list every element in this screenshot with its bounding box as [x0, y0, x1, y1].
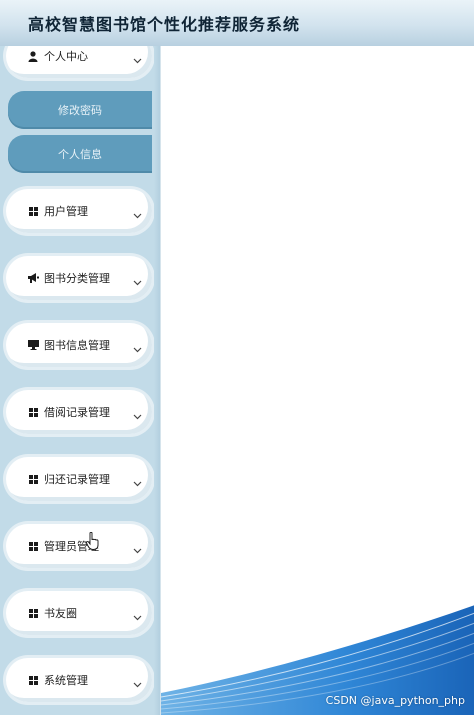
- app-title: 高校智慧图书馆个性化推荐服务系统: [28, 15, 301, 34]
- hand-cursor-icon: [85, 531, 100, 554]
- sidebar-item-borrow-records[interactable]: 借阅记录管理: [6, 390, 152, 434]
- chevron-down-icon: [133, 539, 142, 558]
- submenu-item-label: 修改密码: [58, 104, 102, 117]
- chevron-down-icon: [133, 49, 142, 68]
- chevron-down-icon: [133, 204, 142, 223]
- submenu-item-personal-info[interactable]: 个人信息: [8, 135, 152, 173]
- user-icon: [26, 50, 40, 62]
- submenu-item-label: 个人信息: [58, 148, 102, 161]
- submenu-item-change-password[interactable]: 修改密码: [8, 91, 152, 129]
- grid-icon: [26, 608, 40, 618]
- top-header: 高校智慧图书馆个性化推荐服务系统: [0, 0, 474, 47]
- bullhorn-icon: [26, 273, 40, 283]
- sidebar: 个人中心 修改密码 个人信息 用户管理 图书分类管理 图书信息管理 借阅记录管理: [0, 46, 160, 715]
- sidebar-item-label: 图书分类管理: [44, 272, 110, 285]
- sidebar-item-label: 归还记录管理: [44, 473, 110, 486]
- chevron-down-icon: [133, 405, 142, 424]
- chevron-down-icon: [133, 472, 142, 491]
- sidebar-item-label: 个人中心: [44, 50, 88, 63]
- chevron-down-icon: [133, 673, 142, 692]
- sidebar-item-user-management[interactable]: 用户管理: [6, 189, 152, 233]
- sidebar-item-label: 借阅记录管理: [44, 406, 110, 419]
- monitor-icon: [26, 340, 40, 350]
- grid-icon: [26, 474, 40, 484]
- main-content: CSDN @java_python_php: [160, 46, 474, 715]
- sidebar-item-label: 图书信息管理: [44, 339, 110, 352]
- chevron-down-icon: [133, 271, 142, 290]
- sidebar-item-label: 用户管理: [44, 205, 88, 218]
- sidebar-item-book-category-management[interactable]: 图书分类管理: [6, 256, 152, 300]
- sidebar-item-admin-management[interactable]: 管理员管理: [6, 524, 152, 568]
- sidebar-item-return-records[interactable]: 归还记录管理: [6, 457, 152, 501]
- chevron-down-icon: [133, 338, 142, 357]
- grid-icon: [26, 541, 40, 551]
- sidebar-item-label: 书友圈: [44, 607, 77, 620]
- grid-icon: [26, 407, 40, 417]
- sidebar-item-book-info-management[interactable]: 图书信息管理: [6, 323, 152, 367]
- grid-icon: [26, 675, 40, 685]
- sidebar-item-system-management[interactable]: 系统管理: [6, 658, 152, 702]
- sidebar-item-book-club[interactable]: 书友圈: [6, 591, 152, 635]
- grid-icon: [26, 206, 40, 216]
- sidebar-item-personal-center[interactable]: 个人中心: [6, 46, 152, 78]
- watermark-text: CSDN @java_python_php: [325, 694, 465, 707]
- chevron-down-icon: [133, 606, 142, 625]
- sidebar-item-label: 系统管理: [44, 674, 88, 687]
